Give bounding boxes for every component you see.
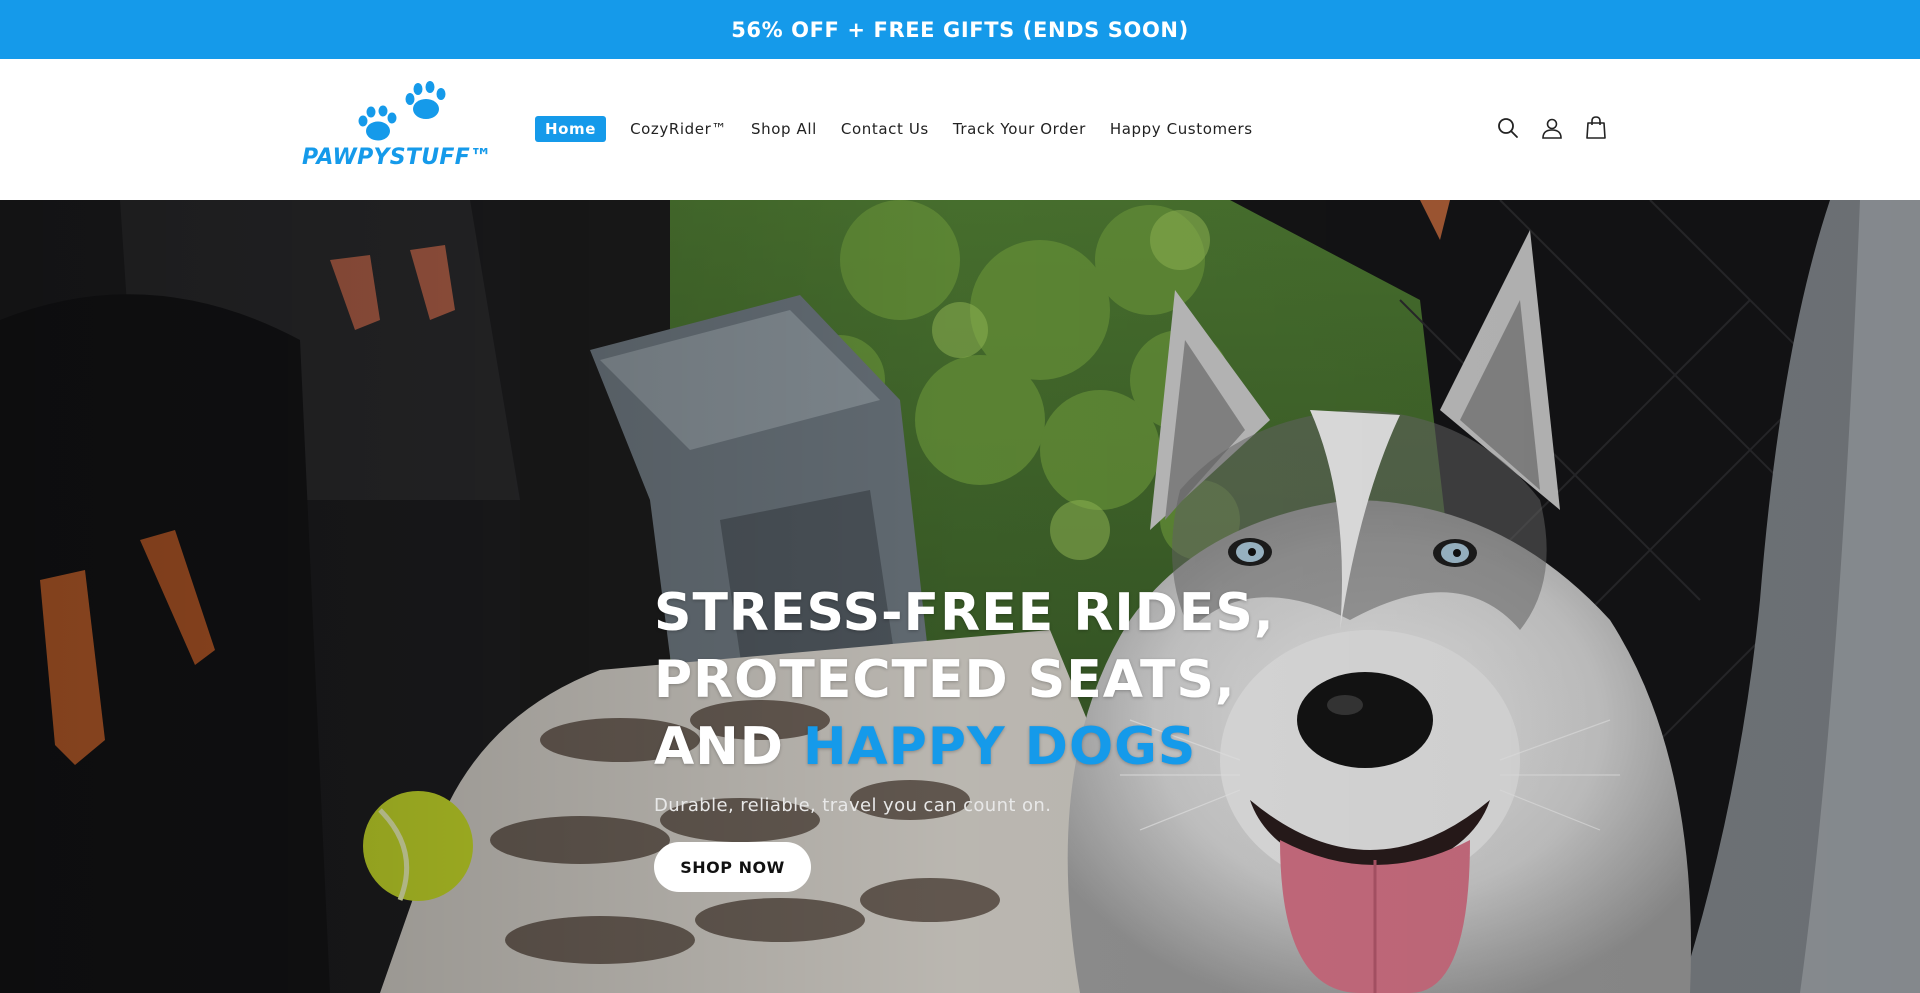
nav-item-shop-all[interactable]: Shop All [751, 120, 817, 138]
nav-item-cozyrider[interactable]: CozyRider™ [630, 120, 727, 138]
headline-line-3-prefix: AND [654, 717, 804, 777]
nav-item-home[interactable]: Home [535, 116, 607, 142]
headline-line-3: AND HAPPY DOGS [654, 714, 1354, 781]
headline-accent-text: HAPPY DOGS [803, 717, 1197, 777]
search-icon[interactable] [1496, 115, 1520, 141]
brand-logo[interactable]: PAWPYSTUFF™ [302, 79, 502, 179]
hero-content: STRESS-FREE RIDES, PROTECTED SEATS, AND … [654, 580, 1354, 892]
hero-banner: STRESS-FREE RIDES, PROTECTED SEATS, AND … [0, 200, 1920, 993]
hero-subtext: Durable, reliable, travel you can count … [654, 795, 1052, 816]
announcement-bar: 56% OFF + FREE GIFTS (ENDS SOON) [0, 0, 1920, 59]
header-icons [1496, 115, 1608, 141]
nav-item-contact-us[interactable]: Contact Us [841, 120, 929, 138]
shop-now-button[interactable]: SHOP NOW [654, 842, 811, 892]
hero-headline: STRESS-FREE RIDES, PROTECTED SEATS, AND … [654, 580, 1354, 781]
site-header: PAWPYSTUFF™ Home CozyRider™ Shop All Con… [0, 59, 1920, 200]
headline-line-2: PROTECTED SEATS, [654, 650, 1236, 710]
cart-icon[interactable] [1584, 115, 1608, 141]
paw-prints-icon [358, 81, 446, 141]
account-icon[interactable] [1540, 115, 1564, 141]
brand-name: PAWPYSTUFF™ [302, 145, 493, 170]
announcement-text: 56% OFF + FREE GIFTS (ENDS SOON) [731, 17, 1189, 42]
nav-item-happy-customers[interactable]: Happy Customers [1110, 120, 1253, 138]
headline-line-1: STRESS-FREE RIDES, [654, 583, 1275, 643]
main-navigation: Home CozyRider™ Shop All Contact Us Trac… [535, 116, 1277, 142]
nav-item-track-order[interactable]: Track Your Order [953, 120, 1086, 138]
